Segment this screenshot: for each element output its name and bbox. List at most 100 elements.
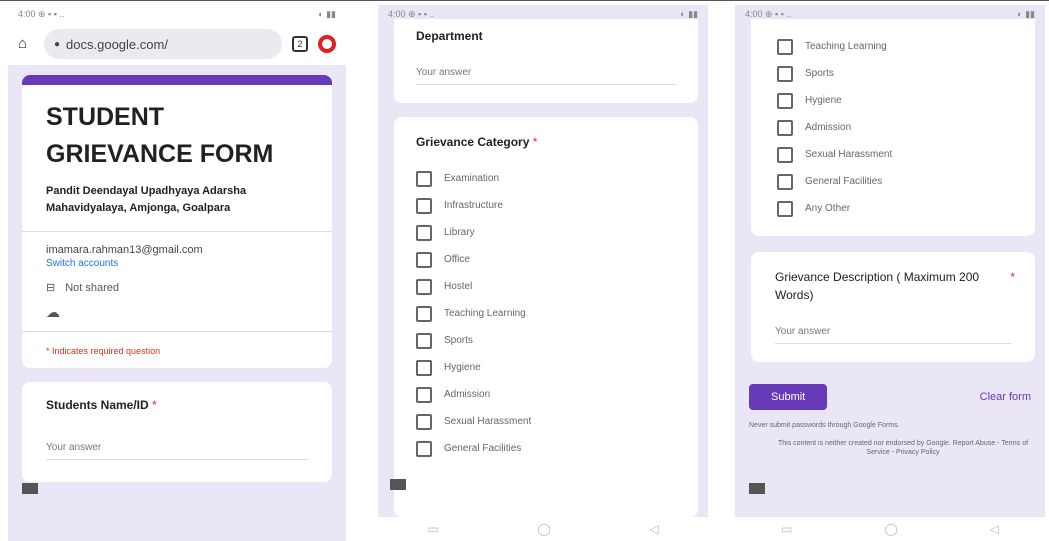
checkbox[interactable] (777, 119, 793, 136)
checkbox[interactable] (777, 65, 793, 82)
home-button-icon[interactable]: ◯ (537, 522, 550, 536)
checkbox-option[interactable]: Infrastructure (416, 192, 676, 219)
option-label: Hostel (444, 281, 473, 292)
option-label: Library (444, 227, 475, 238)
form-subtitle: Pandit Deendayal Upadhyaya Adarsha Mahav… (46, 185, 247, 214)
description-input[interactable]: Your answer (775, 326, 1011, 344)
browser-toolbar: ⌂ ● docs.google.com/ 2 (8, 23, 346, 65)
category-label: Grievance Category * (416, 135, 676, 149)
required-star: * (532, 135, 538, 149)
account-email: imamara.rahman13@gmail.com (46, 244, 203, 256)
checkbox[interactable] (777, 173, 793, 190)
address-bar[interactable]: ● docs.google.com/ (44, 29, 282, 59)
status-bar: 4:00 ⊕ ▪ ▪ .. ◐ ▮▮ (8, 5, 346, 23)
checkbox-option[interactable]: Hygiene (777, 87, 1009, 114)
option-label: General Facilities (444, 443, 522, 454)
flag-icon[interactable] (390, 479, 406, 490)
recent-apps-icon[interactable]: ▭ (781, 522, 792, 536)
home-icon[interactable]: ⌂ (18, 36, 34, 52)
nav-bar: ▭ ◯ ◁ (735, 517, 1045, 541)
checkbox-option[interactable]: Sexual Harassment (777, 141, 1009, 168)
checkbox-option[interactable]: Admission (777, 114, 1009, 141)
question-label: Students Name/ID * (46, 398, 308, 412)
checkbox[interactable] (416, 413, 432, 430)
back-icon[interactable]: ◁ (649, 522, 658, 536)
checkbox[interactable] (416, 224, 432, 241)
form-title: STUDENT GRIEVANCE FORM (46, 103, 274, 168)
checkbox[interactable] (416, 332, 432, 349)
name-input[interactable]: Your answer (46, 442, 308, 460)
option-label: General Facilities (805, 176, 883, 187)
clear-form-button[interactable]: Clear form (980, 391, 1031, 403)
phone-screen-2: 4:00 ⊕ ▪ ▪ .. ◐ ▮▮ Department Your answe… (378, 5, 708, 541)
checkbox[interactable] (416, 305, 432, 322)
checkbox-option[interactable]: Sports (416, 327, 676, 354)
option-label: Hygiene (805, 95, 842, 106)
footer-disclaimer: This content is neither created nor endo… (777, 440, 1029, 456)
form-header-card: STUDENT GRIEVANCE FORM Pandit Deendayal … (22, 75, 332, 368)
checkbox[interactable] (416, 197, 432, 214)
checkbox-option[interactable]: Hygiene (416, 354, 676, 381)
status-icons: ◐ ▮▮ (318, 9, 336, 19)
option-label: Examination (444, 173, 500, 184)
back-icon[interactable]: ◁ (990, 522, 999, 536)
checkbox[interactable] (777, 38, 793, 55)
home-button-icon[interactable]: ◯ (884, 522, 897, 536)
checkbox[interactable] (777, 146, 793, 163)
flag-icon[interactable] (749, 483, 765, 494)
checkbox[interactable] (416, 251, 432, 268)
checkbox-option[interactable]: General Facilities (777, 168, 1009, 195)
option-label: Sexual Harassment (805, 149, 893, 160)
checkbox-option[interactable]: Sexual Harassment (416, 408, 676, 435)
checkbox-option[interactable]: Hostel (416, 273, 676, 300)
required-note: * Indicates required question (46, 346, 161, 356)
description-label: Grievance Description ( Maximum 200 Word… (775, 268, 1015, 304)
checkbox-option[interactable]: Library (416, 219, 676, 246)
checkbox[interactable] (416, 278, 432, 295)
lock-icon: ● (54, 38, 61, 50)
option-label: Sports (444, 335, 473, 346)
checkbox[interactable] (777, 200, 793, 217)
option-label: Hygiene (444, 362, 481, 373)
department-input[interactable]: Your answer (416, 67, 676, 85)
email-icon: ⊟ (46, 282, 56, 294)
checkbox-option[interactable]: Sports (777, 60, 1009, 87)
required-star: * (152, 398, 157, 412)
checkbox-option[interactable]: Any Other (777, 195, 1009, 222)
option-label: Sports (805, 68, 834, 79)
checkbox-option[interactable]: Office (416, 246, 676, 273)
checkbox-option[interactable]: Teaching Learning (416, 300, 676, 327)
checkbox[interactable] (416, 359, 432, 376)
phone-screen-3: 4:00 ⊕ ▪ ▪ .. ◐ ▮▮ Teaching Learning Spo… (735, 5, 1045, 541)
recent-apps-icon[interactable]: ▭ (427, 522, 438, 536)
form-actions: Submit Clear form (735, 384, 1045, 410)
flag-icon[interactable] (22, 483, 38, 494)
checkbox-option[interactable]: Examination (416, 165, 676, 192)
browser-menu-icon[interactable] (318, 35, 336, 53)
status-time: 4:00 ⊕ ▪ ▪ .. (745, 9, 792, 19)
option-label: Any Other (805, 203, 851, 214)
url-text: docs.google.com/ (66, 36, 168, 52)
checkbox[interactable] (416, 440, 432, 457)
question-card-name: Students Name/ID * Your answer (22, 382, 332, 482)
checkbox[interactable] (416, 170, 432, 187)
cloud-icon: ☁ (46, 304, 60, 320)
checkbox[interactable] (777, 92, 793, 109)
checkbox-option[interactable]: Teaching Learning (777, 33, 1009, 60)
question-text: Students Name/ID (46, 398, 149, 412)
description-text: Grievance Description ( Maximum 200 Word… (775, 270, 980, 302)
not-shared-text: Not shared (65, 281, 120, 294)
tab-switcher-icon[interactable]: 2 (292, 36, 308, 52)
screenshot-frame: 4:00 ⊕ ▪ ▪ .. ◐ ▮▮ ⌂ ● docs.google.com/ … (0, 0, 1049, 541)
submit-button[interactable]: Submit (749, 384, 828, 410)
department-label: Department (416, 29, 483, 43)
question-card-category-cont: Teaching Learning Sports Hygiene Admissi… (751, 19, 1035, 236)
option-label: Admission (805, 122, 852, 133)
not-shared-row: ⊟ Not shared (46, 281, 316, 295)
checkbox-option[interactable]: Admission (416, 381, 676, 408)
question-card-department: Department Your answer (394, 19, 698, 103)
checkbox-option[interactable]: General Facilities (416, 435, 676, 462)
switch-account-link[interactable]: Switch accounts (46, 258, 316, 269)
checkbox[interactable] (416, 386, 432, 403)
option-label: Infrastructure (444, 200, 503, 211)
